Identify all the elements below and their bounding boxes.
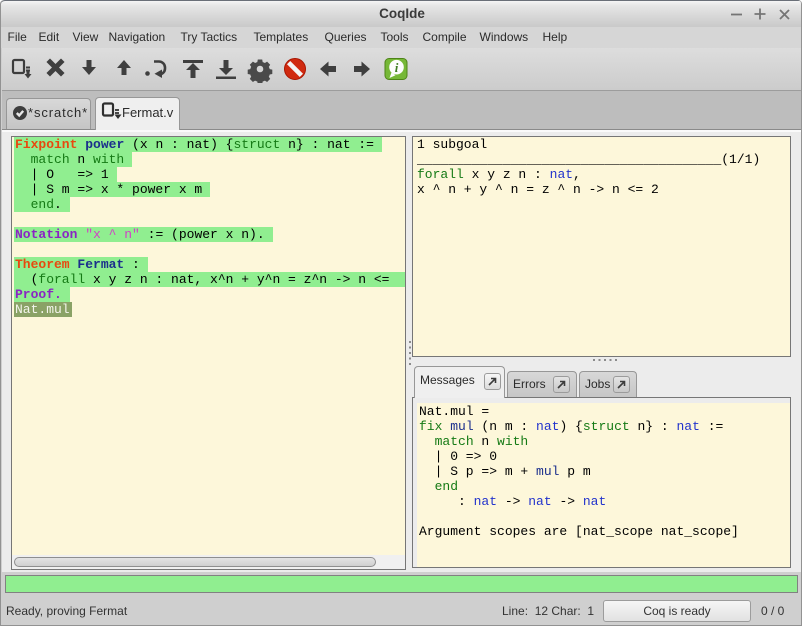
svg-text:i: i xyxy=(395,60,399,75)
